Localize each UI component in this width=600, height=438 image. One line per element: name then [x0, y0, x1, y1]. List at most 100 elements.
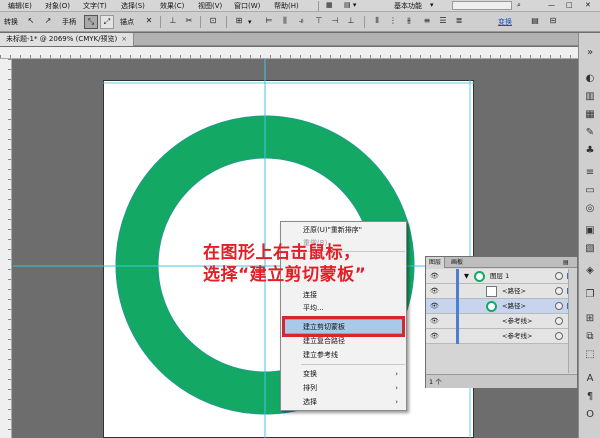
close-tab-icon[interactable]: × [121, 35, 127, 43]
color-panel-icon[interactable]: ◐ [583, 73, 597, 85]
layer-name: <路径> [502, 287, 526, 295]
search-icon[interactable]: ⌕ [517, 1, 521, 10]
graphic-styles-icon[interactable]: ▧ [583, 243, 597, 255]
align-center-icon[interactable]: ⫼ [278, 15, 292, 29]
context-menu-item-make-guides[interactable]: 建立参考线 [303, 350, 338, 360]
context-menu-item-select[interactable]: 选择 [303, 397, 317, 407]
close-window-icon[interactable]: ✕ [585, 1, 591, 9]
layer-row[interactable]: 👁 <参考线> [426, 314, 577, 329]
align-grid-icon[interactable]: ⊞ [232, 15, 246, 29]
visibility-eye-icon[interactable]: 👁 [430, 302, 439, 311]
align-to-icon[interactable]: ⊟ [546, 15, 560, 29]
align-dropdown-icon[interactable]: ▾ [248, 15, 252, 29]
symbols-icon[interactable]: ♣ [583, 145, 597, 157]
context-menu-item-transform[interactable]: 变换 [303, 369, 317, 379]
target-icon[interactable] [555, 332, 563, 340]
menu-edit[interactable]: 编辑(E) [8, 1, 32, 11]
workspace-switcher[interactable]: 基本功能 [394, 1, 422, 11]
distribute-middle-icon[interactable]: ☰ [436, 15, 450, 29]
remove-anchor-icon[interactable]: ✕ [142, 15, 156, 29]
tab-artboards[interactable]: 画板 [448, 257, 466, 268]
distribute-top-icon[interactable]: ≡ [420, 15, 434, 29]
gradient-icon[interactable]: ▭ [583, 185, 597, 197]
align-bottom-icon[interactable]: ⊥ [344, 15, 358, 29]
align-middle-icon[interactable]: ⊣ [328, 15, 342, 29]
target-icon[interactable] [555, 272, 563, 280]
show-handles-icon[interactable]: ⤡ [84, 15, 98, 29]
horizontal-ruler[interactable] [0, 47, 578, 59]
panel-menu-icon[interactable]: ▤ [560, 257, 572, 268]
layer-row[interactable]: 👁 <路径> [426, 284, 577, 299]
menu-help[interactable]: 帮助(H) [274, 1, 299, 11]
artboards-icon[interactable]: ❐ [583, 289, 597, 301]
color-guide-icon[interactable]: ▥ [583, 91, 597, 103]
submenu-arrow-icon: › [395, 370, 398, 378]
minimize-icon[interactable]: — [548, 1, 555, 9]
search-input[interactable] [452, 1, 512, 10]
convert-to-corner-icon[interactable]: ↖ [24, 15, 38, 29]
control-bar: 转换 ↖ ↗ 手柄 ⤡ ⤢ 锚点 ✕ ⊥ ✂ ⊡ ⊞ ▾ ⊨ ⫼ ⫣ ⊤ ⊣ ⊥… [0, 12, 600, 32]
vertical-ruler[interactable] [0, 59, 12, 438]
pathfinder-icon[interactable]: ⧉ [583, 331, 597, 343]
visibility-eye-icon[interactable]: 👁 [430, 332, 439, 341]
document-tab[interactable]: 未标题-1* @ 2069% (CMYK/预览) × [0, 33, 135, 46]
layers-scrollbar[interactable] [568, 269, 577, 373]
context-menu-item-arrange[interactable]: 排列 [303, 383, 317, 393]
bridge-icon[interactable]: ▦ [326, 1, 333, 9]
paragraph-icon[interactable]: ¶ [583, 391, 597, 403]
align-right-icon[interactable]: ⫣ [294, 15, 308, 29]
distribute-left-icon[interactable]: ⫴ [370, 15, 384, 29]
visibility-eye-icon[interactable]: 👁 [430, 287, 439, 296]
workspace-dropdown-icon[interactable]: ▾ [430, 1, 434, 9]
menu-object[interactable]: 对象(O) [45, 1, 70, 11]
control-panel-menu-icon[interactable]: ▤ [528, 15, 542, 29]
target-icon[interactable] [555, 287, 563, 295]
context-menu-item-undo[interactable]: 还原(U)"重新排序" [303, 225, 362, 235]
transparency-icon[interactable]: ◎ [583, 203, 597, 215]
layer-row[interactable]: 👁 ▼ 图层 1 [426, 269, 577, 284]
menu-type[interactable]: 文字(T) [83, 1, 107, 11]
arrange-documents-icon[interactable]: ▤ ▾ [344, 1, 356, 9]
convert-to-smooth-icon[interactable]: ↗ [41, 15, 55, 29]
layers-icon[interactable]: ◈ [583, 265, 597, 277]
distribute-right-icon[interactable]: ⫵ [402, 15, 416, 29]
menu-select[interactable]: 选择(S) [121, 1, 145, 11]
tab-layers[interactable]: 图层 [426, 257, 446, 268]
character-icon[interactable]: A [583, 373, 597, 385]
visibility-eye-icon[interactable]: 👁 [430, 317, 439, 326]
opentype-icon[interactable]: O [583, 409, 597, 421]
visibility-eye-icon[interactable]: 👁 [430, 272, 439, 281]
transform-panel-icon[interactable]: ⬚ [583, 349, 597, 361]
swatches-icon[interactable]: ▦ [583, 109, 597, 121]
align-top-icon[interactable]: ⊤ [312, 15, 326, 29]
connect-points-icon[interactable]: ⊥ [166, 15, 180, 29]
target-icon[interactable] [555, 302, 563, 310]
hide-handles-icon[interactable]: ⤢ [100, 15, 114, 29]
menu-window[interactable]: 窗口(W) [234, 1, 260, 11]
layer-row[interactable]: 👁 <参考线> [426, 329, 577, 344]
cut-path-icon[interactable]: ✂ [182, 15, 196, 29]
appearance-icon[interactable]: ▣ [583, 225, 597, 237]
layer-row[interactable]: 👁 <路径> [426, 299, 577, 314]
expand-triangle-icon[interactable]: ▼ [464, 271, 469, 282]
menu-effect[interactable]: 效果(C) [160, 1, 184, 11]
transform-link[interactable]: 变换 [498, 15, 512, 29]
stroke-icon[interactable]: ≡ [583, 167, 597, 179]
distribute-center-icon[interactable]: ⋮ [386, 15, 400, 29]
distribute-bottom-icon[interactable]: ≣ [452, 15, 466, 29]
maximize-icon[interactable]: □ [566, 1, 573, 9]
context-menu-item-average[interactable]: 平均... [303, 303, 324, 313]
layer-thumbnail [486, 301, 497, 312]
panel-dock: » ◐ ▥ ▦ ✎ ♣ ≡ ▭ ◎ ▣ ▧ ◈ ❐ ⊞ ⧉ ⬚ A ¶ O [578, 33, 600, 438]
layers-panel-tabs: 图层 画板 ▤ [426, 257, 577, 268]
context-menu-item-make-compound-path[interactable]: 建立复合路径 [303, 336, 345, 346]
brushes-icon[interactable]: ✎ [583, 127, 597, 139]
align-left-icon[interactable]: ⊨ [262, 15, 276, 29]
layer-color-bar [456, 314, 459, 329]
menu-view[interactable]: 视图(V) [198, 1, 222, 11]
context-menu-item-join[interactable]: 连接 [303, 290, 317, 300]
align-panel-icon[interactable]: ⊞ [583, 313, 597, 325]
isolate-icon[interactable]: ⊡ [206, 15, 220, 29]
target-icon[interactable] [555, 317, 563, 325]
panel-collapse-icon[interactable]: » [583, 47, 597, 59]
